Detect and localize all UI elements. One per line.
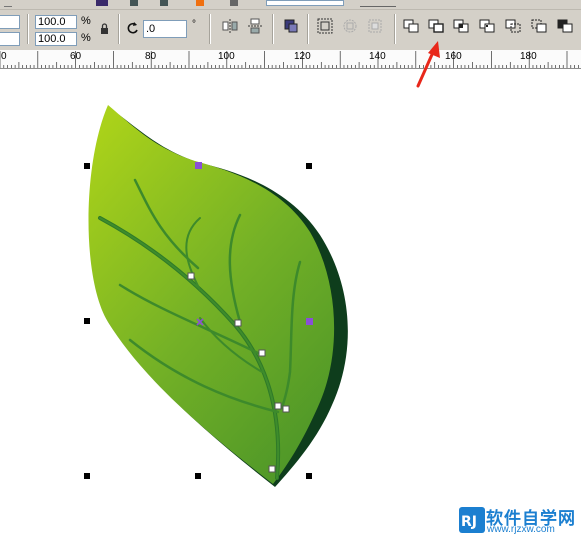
red-arrow-annotation — [416, 41, 440, 88]
svg-text:RJ: RJ — [461, 514, 477, 530]
watermark: RJ 软件自学网 www.rjzxw.com — [458, 504, 576, 536]
watermark-url: www.rjzxw.com — [487, 524, 555, 535]
watermark-logo-icon: RJ — [459, 507, 485, 533]
